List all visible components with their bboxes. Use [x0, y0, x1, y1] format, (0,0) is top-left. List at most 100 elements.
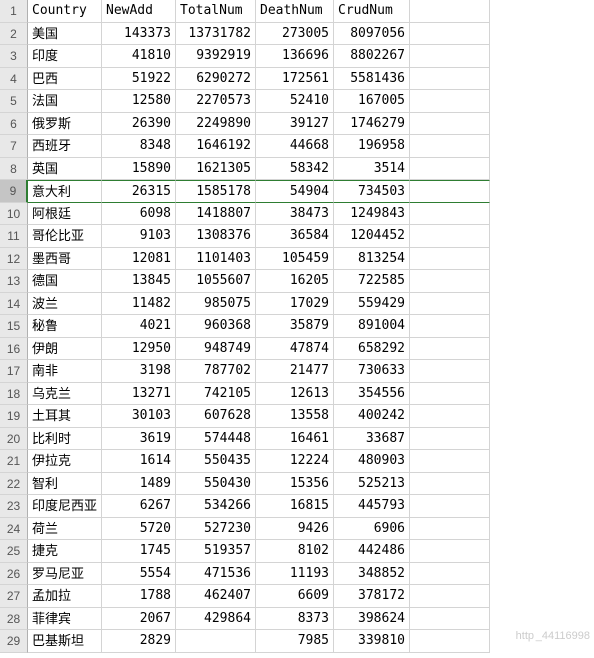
data-cell[interactable]: 5581436: [334, 68, 410, 91]
empty-cell[interactable]: [410, 270, 490, 293]
row-header[interactable]: 9: [0, 180, 28, 203]
data-cell[interactable]: 2829: [102, 630, 176, 653]
data-cell[interactable]: 339810: [334, 630, 410, 653]
country-cell[interactable]: 美国: [28, 23, 102, 46]
data-cell[interactable]: 16461: [256, 428, 334, 451]
row-header[interactable]: 11: [0, 225, 28, 248]
data-cell[interactable]: 348852: [334, 563, 410, 586]
row-header[interactable]: 22: [0, 473, 28, 496]
empty-cell[interactable]: [410, 495, 490, 518]
country-cell[interactable]: 英国: [28, 158, 102, 181]
row-header[interactable]: 10: [0, 203, 28, 226]
data-cell[interactable]: 17029: [256, 293, 334, 316]
data-cell[interactable]: 1249843: [334, 203, 410, 226]
country-cell[interactable]: 印度尼西亚: [28, 495, 102, 518]
empty-cell[interactable]: [410, 135, 490, 158]
data-cell[interactable]: 1646192: [176, 135, 256, 158]
data-cell[interactable]: 480903: [334, 450, 410, 473]
data-cell[interactable]: 13731782: [176, 23, 256, 46]
empty-cell[interactable]: [410, 248, 490, 271]
country-cell[interactable]: 伊朗: [28, 338, 102, 361]
row-header[interactable]: 12: [0, 248, 28, 271]
data-cell[interactable]: 742105: [176, 383, 256, 406]
empty-cell[interactable]: [410, 630, 490, 653]
empty-cell[interactable]: [410, 68, 490, 91]
row-header[interactable]: 6: [0, 113, 28, 136]
data-cell[interactable]: 8802267: [334, 45, 410, 68]
data-cell[interactable]: 38473: [256, 203, 334, 226]
data-cell[interactable]: 948749: [176, 338, 256, 361]
data-cell[interactable]: 462407: [176, 585, 256, 608]
data-cell[interactable]: 6290272: [176, 68, 256, 91]
data-cell[interactable]: 787702: [176, 360, 256, 383]
data-cell[interactable]: 607628: [176, 405, 256, 428]
data-cell[interactable]: 26315: [102, 180, 176, 203]
data-cell[interactable]: 1489: [102, 473, 176, 496]
data-cell[interactable]: 6098: [102, 203, 176, 226]
data-cell[interactable]: 722585: [334, 270, 410, 293]
empty-cell[interactable]: [410, 338, 490, 361]
row-header[interactable]: 17: [0, 360, 28, 383]
row-header[interactable]: 14: [0, 293, 28, 316]
data-cell[interactable]: 9426: [256, 518, 334, 541]
data-cell[interactable]: 9103: [102, 225, 176, 248]
data-cell[interactable]: 574448: [176, 428, 256, 451]
country-cell[interactable]: 伊拉克: [28, 450, 102, 473]
empty-cell[interactable]: [410, 608, 490, 631]
row-header[interactable]: 23: [0, 495, 28, 518]
data-cell[interactable]: 6609: [256, 585, 334, 608]
row-header[interactable]: 19: [0, 405, 28, 428]
data-cell[interactable]: 8097056: [334, 23, 410, 46]
row-header[interactable]: 15: [0, 315, 28, 338]
data-cell[interactable]: 167005: [334, 90, 410, 113]
data-cell[interactable]: 15890: [102, 158, 176, 181]
empty-cell[interactable]: [410, 180, 490, 203]
data-cell[interactable]: 429864: [176, 608, 256, 631]
row-header[interactable]: 5: [0, 90, 28, 113]
country-cell[interactable]: 菲律宾: [28, 608, 102, 631]
row-header[interactable]: 25: [0, 540, 28, 563]
data-cell[interactable]: 35879: [256, 315, 334, 338]
data-cell[interactable]: 527230: [176, 518, 256, 541]
empty-cell[interactable]: [410, 540, 490, 563]
row-header[interactable]: 8: [0, 158, 28, 181]
data-cell[interactable]: [176, 630, 256, 653]
row-header[interactable]: 29: [0, 630, 28, 653]
data-cell[interactable]: 891004: [334, 315, 410, 338]
data-cell[interactable]: 8373: [256, 608, 334, 631]
row-header[interactable]: 16: [0, 338, 28, 361]
data-cell[interactable]: 12950: [102, 338, 176, 361]
country-cell[interactable]: 意大利: [28, 180, 102, 203]
data-cell[interactable]: 734503: [334, 180, 410, 203]
data-cell[interactable]: 534266: [176, 495, 256, 518]
row-header[interactable]: 21: [0, 450, 28, 473]
data-cell[interactable]: 1585178: [176, 180, 256, 203]
row-header[interactable]: 13: [0, 270, 28, 293]
data-cell[interactable]: 44668: [256, 135, 334, 158]
row-header[interactable]: 24: [0, 518, 28, 541]
empty-cell[interactable]: [410, 225, 490, 248]
data-cell[interactable]: 273005: [256, 23, 334, 46]
country-cell[interactable]: 南非: [28, 360, 102, 383]
country-cell[interactable]: 阿根廷: [28, 203, 102, 226]
data-cell[interactable]: 30103: [102, 405, 176, 428]
data-cell[interactable]: 445793: [334, 495, 410, 518]
row-header[interactable]: 18: [0, 383, 28, 406]
column-header[interactable]: TotalNum: [176, 0, 256, 23]
data-cell[interactable]: 1418807: [176, 203, 256, 226]
data-cell[interactable]: 11193: [256, 563, 334, 586]
data-cell[interactable]: 54904: [256, 180, 334, 203]
data-cell[interactable]: 378172: [334, 585, 410, 608]
data-cell[interactable]: 471536: [176, 563, 256, 586]
data-cell[interactable]: 550430: [176, 473, 256, 496]
empty-cell[interactable]: [410, 518, 490, 541]
data-cell[interactable]: 5720: [102, 518, 176, 541]
empty-cell[interactable]: [410, 585, 490, 608]
country-cell[interactable]: 巴西: [28, 68, 102, 91]
column-header[interactable]: DeathNum: [256, 0, 334, 23]
data-cell[interactable]: 13271: [102, 383, 176, 406]
empty-cell[interactable]: [410, 293, 490, 316]
spreadsheet-grid[interactable]: 1CountryNewAddTotalNumDeathNumCrudNum2美国…: [0, 0, 594, 653]
data-cell[interactable]: 1101403: [176, 248, 256, 271]
data-cell[interactable]: 442486: [334, 540, 410, 563]
